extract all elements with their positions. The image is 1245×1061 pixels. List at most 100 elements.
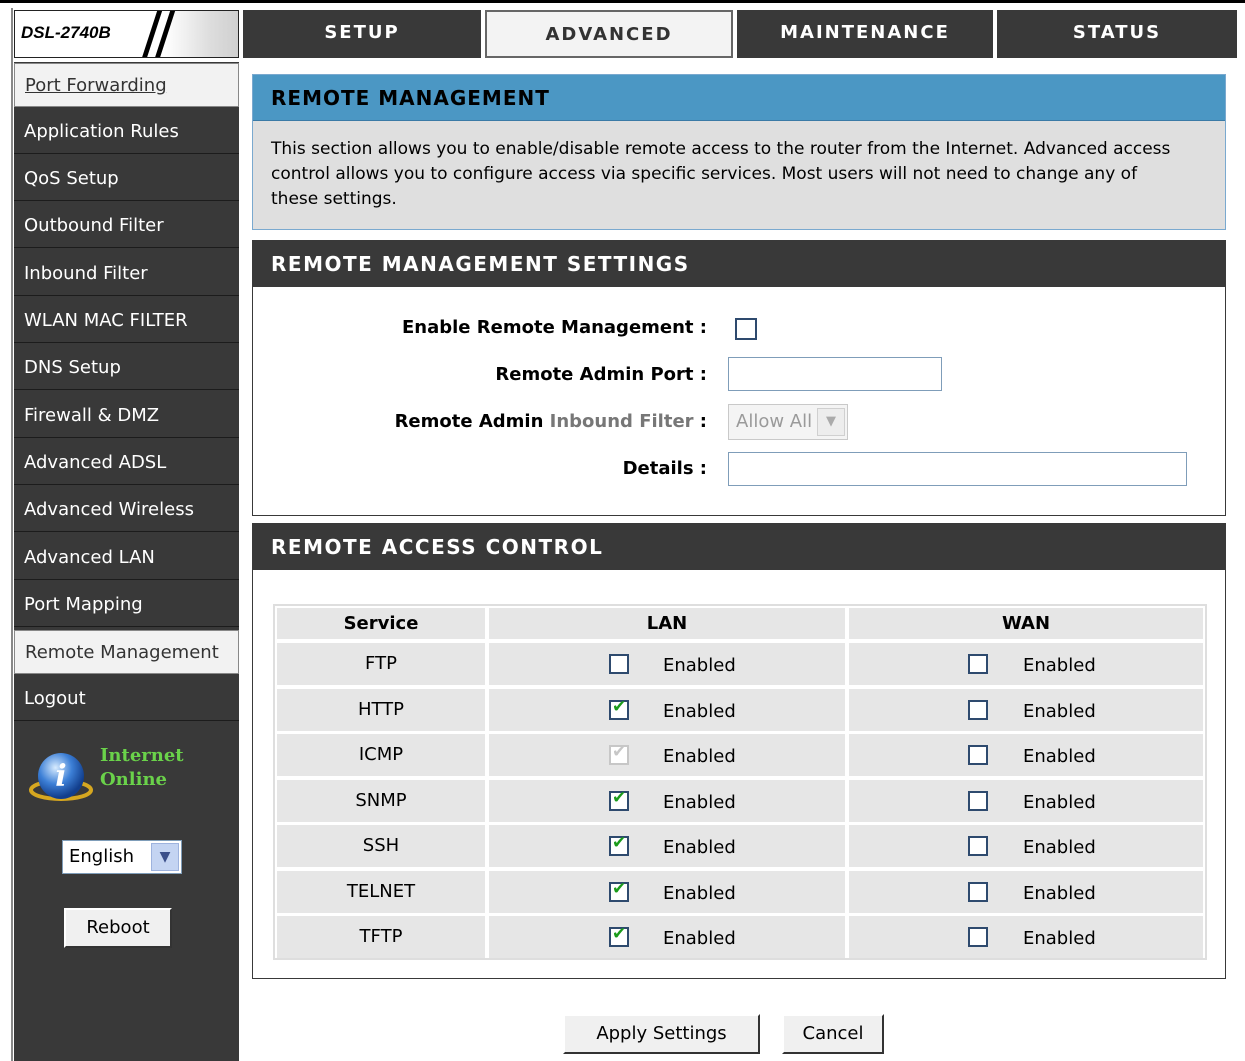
wan-cell: Enabled <box>849 643 1203 685</box>
remote-port-label: Remote Admin Port : <box>495 364 707 385</box>
access-control-title: REMOTE ACCESS CONTROL <box>253 524 1225 570</box>
wan-enabled-label: Enabled <box>1023 746 1096 767</box>
enable-remote-label: Enable Remote Management : <box>401 317 707 338</box>
wan-cell: Enabled <box>849 916 1203 958</box>
lan-enabled-label: Enabled <box>663 700 736 722</box>
access-control-panel: REMOTE ACCESS CONTROL Service LAN WAN FT… <box>252 523 1226 979</box>
tab-status[interactable]: STATUS <box>997 10 1237 58</box>
lan-cell: Enabled <box>489 779 845 822</box>
lan-enabled-checkbox[interactable] <box>609 654 629 674</box>
sidebar-item-qos-setup[interactable]: QoS Setup <box>14 157 239 201</box>
tab-maintenance[interactable]: MAINTENANCE <box>737 10 993 58</box>
sidebar-item-logout[interactable]: Logout <box>14 677 239 721</box>
wan-cell: Enabled <box>849 870 1203 913</box>
header-service: Service <box>277 608 485 639</box>
wan-enabled-checkbox[interactable] <box>968 836 988 856</box>
lan-enabled-checkbox[interactable] <box>609 697 629 720</box>
wan-enabled-checkbox[interactable] <box>968 745 988 765</box>
wan-enabled-checkbox[interactable] <box>968 699 988 720</box>
service-cell: ICMP <box>277 734 485 776</box>
lan-enabled-label: Enabled <box>663 791 736 813</box>
lan-enabled-checkbox[interactable] <box>609 788 629 811</box>
remote-filter-value: Allow All <box>736 411 813 432</box>
chevron-down-icon: ▼ <box>817 408 845 436</box>
lan-enabled-label: Enabled <box>663 746 736 767</box>
wan-enabled-checkbox[interactable] <box>968 790 988 811</box>
lan-enabled-label: Enabled <box>663 928 736 949</box>
remote-filter-select[interactable]: Allow All ▼ <box>728 404 848 440</box>
internet-status-icon: i <box>29 753 93 801</box>
sidebar-item-dns-setup[interactable]: DNS Setup <box>14 346 239 390</box>
sidebar-item-outbound-filter[interactable]: Outbound Filter <box>14 204 239 248</box>
wan-enabled-label: Enabled <box>1023 700 1096 722</box>
sidebar-item-wlan-mac-filter[interactable]: WLAN MAC FILTER <box>14 299 239 343</box>
page-title: REMOTE MANAGEMENT <box>253 75 1225 121</box>
wan-cell: Enabled <box>849 779 1203 822</box>
intro-panel: REMOTE MANAGEMENT This section allows yo… <box>252 74 1226 230</box>
wan-enabled-checkbox[interactable] <box>968 927 988 947</box>
enable-remote-checkbox[interactable] <box>735 318 757 340</box>
header-lan: LAN <box>489 608 845 639</box>
service-cell: FTP <box>277 643 485 685</box>
service-cell: SNMP <box>277 779 485 822</box>
wan-cell: Enabled <box>849 825 1203 867</box>
tab-setup[interactable]: SETUP <box>243 10 481 58</box>
svg-text:i: i <box>55 759 66 794</box>
header-wan: WAN <box>849 608 1203 639</box>
service-cell: TFTP <box>277 916 485 958</box>
lan-cell: Enabled <box>489 734 845 776</box>
apply-settings-button[interactable]: Apply Settings <box>563 1014 760 1054</box>
lan-cell: Enabled <box>489 825 845 867</box>
sidebar-item-port-mapping[interactable]: Port Mapping <box>14 583 239 627</box>
sidebar-item-advanced-adsl[interactable]: Advanced ADSL <box>14 441 239 485</box>
access-control-table: Service LAN WAN FTP Enabled Enabled HTTP Ena… <box>273 604 1207 960</box>
model-name: DSL-2740B <box>21 23 111 42</box>
lan-cell: Enabled <box>489 688 845 731</box>
sidebar-item-firewall-dmz[interactable]: Firewall & DMZ <box>14 394 239 438</box>
sidebar-item-remote-management[interactable]: Remote Management <box>14 630 239 674</box>
settings-panel: REMOTE MANAGEMENT SETTINGS Enable Remote… <box>252 240 1226 516</box>
left-border <box>11 8 13 1061</box>
tab-advanced[interactable]: ADVANCED <box>485 10 733 58</box>
language-select[interactable]: English ▼ <box>62 840 182 874</box>
wan-enabled-checkbox[interactable] <box>968 654 988 674</box>
wan-cell: Enabled <box>849 688 1203 731</box>
lan-enabled-label: Enabled <box>663 882 736 904</box>
details-input[interactable] <box>728 452 1187 486</box>
sidebar-item-application-rules[interactable]: Application Rules <box>14 110 239 154</box>
details-label: Details : <box>622 458 707 479</box>
sidebar-item-port-forwarding[interactable]: Port Forwarding <box>14 63 239 107</box>
remote-filter-label: Remote Admin Inbound Filter : <box>394 411 707 432</box>
service-cell: TELNET <box>277 870 485 913</box>
wan-enabled-checkbox[interactable] <box>968 881 988 902</box>
lan-cell: Enabled <box>489 643 845 685</box>
lan-cell: Enabled <box>489 870 845 913</box>
lan-enabled-label: Enabled <box>663 837 736 858</box>
sidebar-item-advanced-lan[interactable]: Advanced LAN <box>14 536 239 580</box>
wan-enabled-label: Enabled <box>1023 655 1096 676</box>
lan-cell: Enabled <box>489 916 845 958</box>
lan-enabled-checkbox <box>609 742 629 765</box>
chevron-down-icon[interactable]: ▼ <box>151 843 179 871</box>
lan-enabled-checkbox[interactable] <box>609 924 629 947</box>
wan-enabled-label: Enabled <box>1023 882 1096 904</box>
wan-enabled-label: Enabled <box>1023 791 1096 813</box>
service-cell: SSH <box>277 825 485 867</box>
lan-enabled-label: Enabled <box>663 655 736 676</box>
lan-enabled-checkbox[interactable] <box>609 879 629 902</box>
wan-cell: Enabled <box>849 734 1203 776</box>
sidebar: Port Forwarding Application Rules QoS Se… <box>14 62 239 1061</box>
remote-port-input[interactable] <box>728 357 942 391</box>
language-value: English <box>69 846 134 867</box>
intro-description: This section allows you to enable/disabl… <box>271 139 1171 209</box>
service-cell: HTTP <box>277 688 485 731</box>
wan-enabled-label: Enabled <box>1023 928 1096 949</box>
internet-status-text: Internet Online <box>100 745 184 790</box>
sidebar-item-inbound-filter[interactable]: Inbound Filter <box>14 252 239 296</box>
model-logo: DSL-2740B <box>14 10 239 58</box>
settings-title: REMOTE MANAGEMENT SETTINGS <box>253 241 1225 287</box>
cancel-button[interactable]: Cancel <box>782 1014 884 1054</box>
sidebar-item-advanced-wireless[interactable]: Advanced Wireless <box>14 488 239 532</box>
reboot-button[interactable]: Reboot <box>64 908 172 948</box>
lan-enabled-checkbox[interactable] <box>609 833 629 856</box>
